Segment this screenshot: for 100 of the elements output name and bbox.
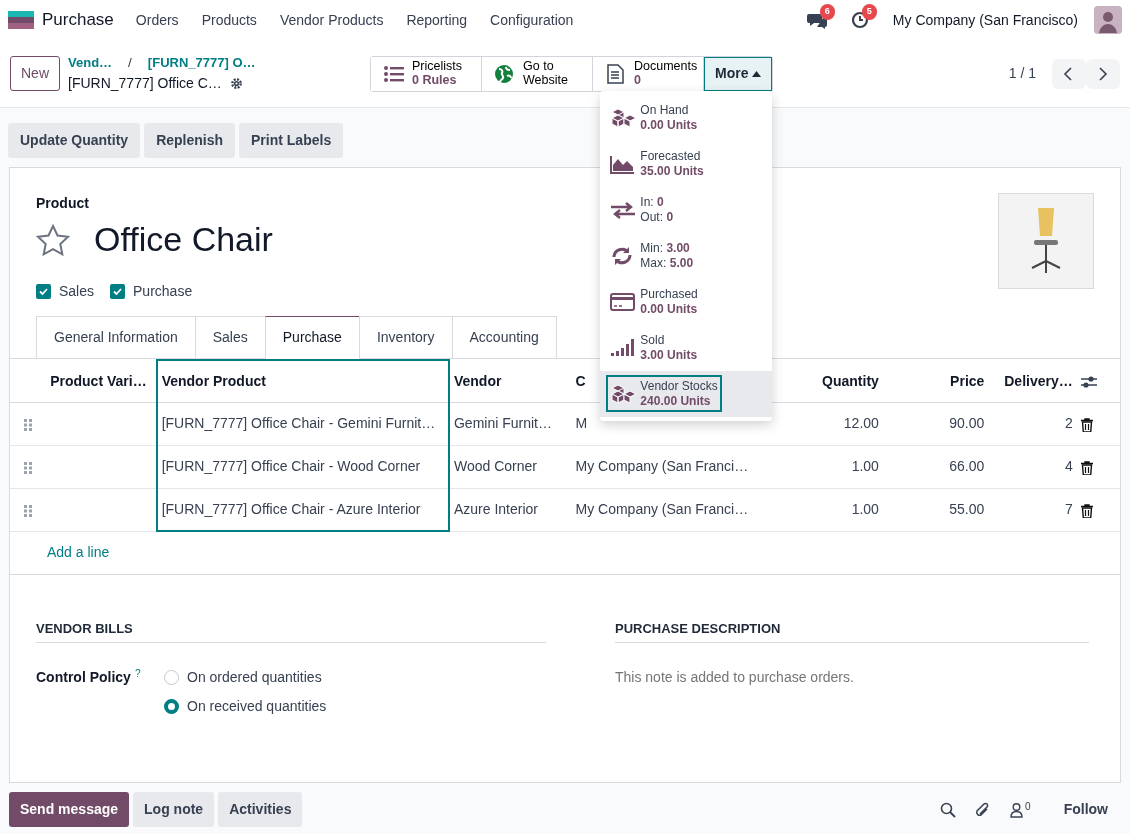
column-header: Product Vari… <box>46 360 157 403</box>
activity-count: 5 <box>861 4 877 20</box>
table-cell: 4 <box>1064 458 1073 475</box>
add-line-link[interactable]: Add a line <box>47 544 110 561</box>
pager-button[interactable] <box>1086 58 1120 89</box>
gear-icon[interactable] <box>229 77 243 91</box>
table-cell: [FURN_7777] Office Chair - Wood Corner <box>161 458 421 475</box>
column-header: Vendor <box>448 360 572 403</box>
arrows-icon <box>610 199 637 220</box>
trash-icon[interactable] <box>1080 417 1093 432</box>
caret-icon <box>752 71 762 78</box>
boxes-icon <box>610 383 637 404</box>
boxes-icon <box>610 107 637 128</box>
radio-button[interactable] <box>164 699 179 714</box>
breadcrumb-link[interactable]: [FURN_7777] O… <box>147 52 256 74</box>
tab[interactable]: General Information <box>36 316 196 359</box>
person-icon[interactable] <box>1010 801 1024 818</box>
action-button[interactable]: Replenish <box>144 123 236 158</box>
avatar-icon[interactable] <box>1094 6 1122 34</box>
smart-button[interactable]: Pricelists 0 Rules <box>371 56 482 91</box>
area-chart-icon <box>610 153 637 174</box>
paperclip-icon[interactable] <box>974 801 991 818</box>
drag-handle-icon[interactable] <box>24 461 33 474</box>
table-cell: 90.00 <box>949 415 985 432</box>
help-icon[interactable]: ? <box>134 667 141 679</box>
action-button[interactable]: Update Quantity <box>8 123 141 158</box>
message-count: 6 <box>819 4 835 20</box>
checkbox[interactable] <box>110 284 126 300</box>
table-cell: [FURN_7777] Office Chair - Azure Interior <box>161 501 421 517</box>
pager-value: 1 / 1 <box>1008 64 1036 83</box>
column-header: Quantity <box>772 360 883 403</box>
column-header: Vendor Product <box>156 360 449 403</box>
app-name[interactable]: Purchase <box>42 7 114 33</box>
menu-item[interactable]: Purchased 0.00 Units <box>608 285 700 318</box>
breadcrumb-separator: / <box>128 53 132 72</box>
company-name[interactable]: My Company (San Francisco) <box>892 9 1078 31</box>
table-cell: Azure Interior <box>453 501 538 518</box>
table-cell: Gemini Furnit… <box>453 415 552 432</box>
radio-label: On received quantities <box>187 697 327 716</box>
menu-item[interactable]: Configuration <box>490 9 574 31</box>
signal-bars-icon <box>610 337 637 358</box>
clock-icon[interactable] <box>850 11 869 29</box>
section-title: PURCHASE DESCRIPTION <box>615 618 1089 643</box>
menu-item[interactable]: In: 0 Out: 0 <box>608 193 676 226</box>
table-cell: 2 <box>1064 415 1073 432</box>
chat-icon[interactable] <box>806 11 827 29</box>
menu-item[interactable]: Products <box>201 9 257 31</box>
record-name: [FURN_7777] Office C… <box>68 74 222 94</box>
follower-count: 0 <box>1025 801 1031 812</box>
table-cell: My Company (San Franci… <box>575 458 749 475</box>
list-icon <box>383 63 404 84</box>
column-header: Price <box>882 360 989 403</box>
star-icon[interactable] <box>36 223 70 256</box>
checkbox-label: Purchase <box>133 282 193 302</box>
field-label: Control Policy <box>36 669 131 685</box>
search-icon[interactable] <box>940 801 957 818</box>
trash-icon[interactable] <box>1080 503 1093 518</box>
table-cell: Wood Corner <box>453 458 537 475</box>
table-cell: 7 <box>1064 501 1073 518</box>
pager-button[interactable] <box>1052 58 1086 89</box>
new-button[interactable]: New <box>10 56 60 91</box>
credit-card-icon <box>610 291 637 312</box>
action-button[interactable]: Print Labels <box>239 123 344 158</box>
menu-item[interactable]: On Hand 0.00 Units <box>608 101 700 134</box>
menu-item[interactable]: Orders <box>135 9 179 31</box>
table-cell: [FURN_7777] Office Chair - Gemini Furnit… <box>161 415 436 432</box>
drag-handle-icon[interactable] <box>24 504 33 517</box>
app-logo-icon <box>8 11 34 29</box>
table-cell: 1.00 <box>851 501 879 518</box>
chatter-button[interactable]: Activities <box>218 792 303 827</box>
menu-item[interactable]: Sold 3.00 Units <box>608 331 700 364</box>
product-name: Office Chair <box>94 219 273 261</box>
table-cell: My Company (San Franci… <box>575 501 749 518</box>
menu-item[interactable]: Reporting <box>406 9 468 31</box>
document-icon <box>605 63 626 84</box>
checkbox[interactable] <box>36 284 51 300</box>
settings-icon[interactable] <box>1080 374 1097 389</box>
follow-button[interactable]: Follow <box>1050 792 1121 827</box>
chatter-button[interactable]: Send message <box>9 792 130 827</box>
table-cell: 55.00 <box>949 501 985 518</box>
table-cell: 66.00 <box>949 458 985 475</box>
tab[interactable]: Accounting <box>451 316 557 359</box>
menu-item[interactable]: Min: 3.00 Max: 5.00 <box>608 239 696 272</box>
more-button[interactable]: More <box>704 56 773 91</box>
chatter-button[interactable]: Log note <box>133 792 215 827</box>
table-cell: 1.00 <box>851 458 879 475</box>
tab[interactable]: Purchase <box>264 316 360 360</box>
trash-icon[interactable] <box>1080 460 1093 475</box>
globe-icon <box>494 63 515 84</box>
column-header: Delivery… <box>988 360 1077 403</box>
section-title: VENDOR BILLS <box>36 618 546 643</box>
field-label: Product <box>36 195 89 211</box>
drag-handle-icon[interactable] <box>24 418 33 431</box>
menu-item[interactable]: Vendor Products <box>279 9 384 31</box>
table-cell: 12.00 <box>843 415 879 432</box>
table-cell: M <box>575 415 588 432</box>
radio-label: On ordered quantities <box>187 668 322 687</box>
menu-item[interactable]: Forecasted 35.00 Units <box>608 147 706 180</box>
breadcrumb-link[interactable]: Vend… <box>68 52 113 74</box>
checkbox-label: Sales <box>59 282 95 302</box>
